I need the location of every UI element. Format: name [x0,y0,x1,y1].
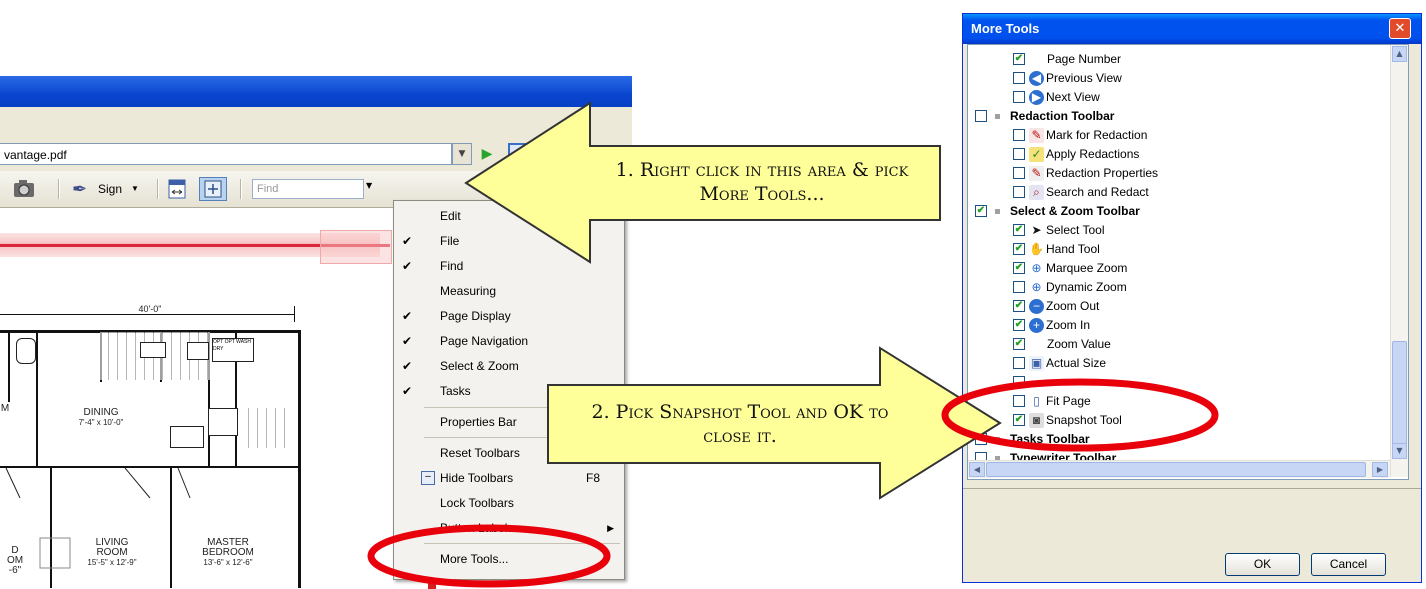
annotation-layer [367,101,1219,588]
highlight-ellipse-more-tools [367,524,611,588]
callout-step1: 1. Right click in this area & pick More … [615,159,909,205]
callout-step2: 2. Pick Snapshot Tool and OK to close it… [591,401,889,447]
